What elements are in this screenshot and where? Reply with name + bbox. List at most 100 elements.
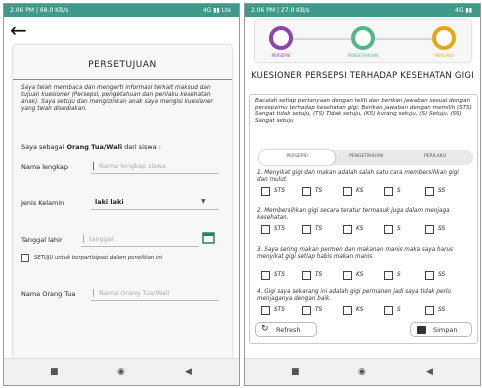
answer-option-label: S — [397, 188, 401, 194]
answer-checkbox[interactable] — [261, 270, 270, 280]
answer-checkbox[interactable] — [343, 306, 352, 315]
status-time: 2.06 PM | 27.0 KB/s — [251, 7, 310, 14]
dob-input[interactable]: tanggal — [83, 235, 114, 243]
page-title: KUESIONER PERSEPSI TERHADAP KESEHATAN GI… — [251, 71, 474, 81]
answer-checkbox[interactable] — [425, 270, 434, 280]
answer-option-label: STS — [274, 188, 285, 194]
stepper: PERSEPSI PENGETAHUAN PERILAKU — [255, 20, 471, 62]
answer-option-label: STS — [274, 271, 285, 278]
answer-checkbox[interactable] — [261, 225, 270, 234]
step-label: PENGETAHUAN — [347, 53, 379, 58]
dob-underline — [81, 246, 199, 247]
answer-option-label: S — [397, 271, 401, 278]
page-title: PERSETUJUAN — [88, 60, 157, 70]
nav-bar: ■ ◉ ◀ — [4, 358, 239, 385]
answer-option-label: TS — [315, 307, 323, 313]
home-icon[interactable]: ◉ — [358, 367, 366, 377]
answer-option-label: KS — [356, 188, 364, 194]
answer-checkbox[interactable] — [343, 187, 352, 196]
refresh-button-label: Refresh — [276, 326, 301, 334]
tab-perilaku[interactable]: PERILAKU — [400, 154, 470, 159]
instructions-text: Bacalah setiap pertanyaan dengan teliti … — [255, 98, 472, 124]
status-bar: 2.06 PM | 68.0 KB/s 4G ▮▮ Lte — [4, 4, 239, 17]
answer-option-label: TS — [315, 188, 323, 194]
name-input[interactable]: Nama lengkap siswa — [93, 162, 166, 170]
status-time: 2.06 PM | 68.0 KB/s — [10, 7, 69, 14]
dob-label: Tanggal lahir — [21, 236, 63, 244]
gender-select[interactable]: laki laki — [95, 198, 124, 206]
nav-bar: ■ ◉ ◀ — [245, 358, 480, 385]
answer-option-label: S — [397, 307, 401, 313]
recents-icon[interactable]: ■ — [291, 367, 300, 377]
answer-option-label: STS — [274, 226, 285, 232]
answer-checkbox[interactable] — [343, 270, 352, 280]
save-icon — [417, 326, 426, 334]
parent-name-label: Nama Orang Tua — [21, 290, 76, 298]
answer-option-label: STS — [274, 307, 285, 313]
answer-option-label: KS — [356, 307, 364, 313]
step-pengetahuan-icon[interactable] — [351, 26, 375, 50]
step-perilaku-icon[interactable] — [432, 26, 456, 50]
parent-name-input[interactable]: Nama Orang Tua/Wali — [93, 289, 169, 297]
recents-icon[interactable]: ■ — [50, 367, 59, 377]
answer-option-label: SS — [438, 307, 446, 313]
answer-option-label: KS — [356, 271, 364, 278]
home-icon[interactable]: ◉ — [117, 367, 125, 377]
answer-checkbox[interactable] — [302, 306, 311, 315]
consent-checkbox[interactable] — [21, 254, 29, 262]
step-label: PERILAKU — [434, 53, 454, 58]
answer-checkbox[interactable] — [425, 225, 434, 234]
consent-checkbox-label: SETUJU untuk berpartisipasi dalam peneli… — [34, 255, 163, 261]
name-underline — [91, 173, 219, 174]
status-signal: 4G ▮▮ Lte — [202, 7, 231, 14]
answer-checkbox[interactable] — [384, 187, 393, 196]
tab-pengetahuan[interactable]: PENGETAHUAN — [331, 154, 401, 159]
chevron-down-icon[interactable]: ▼ — [201, 198, 206, 205]
answer-option-label: SS — [438, 188, 446, 194]
role-value: Orang Tua/Wali — [66, 143, 123, 151]
status-signal: 4G ▮▮ — [455, 7, 472, 14]
back-nav-icon[interactable]: ◀ — [426, 367, 433, 377]
answer-checkbox[interactable] — [384, 306, 393, 315]
consent-intro-text: Saya telah membaca dan mengerti informas… — [21, 85, 213, 112]
consent-card: PERSETUJUAN Saya telah membaca dan menge… — [13, 45, 232, 361]
question-text: 4. Gigi saya sekarang ini adalah gigi pe… — [257, 289, 452, 302]
answer-option-label: TS — [315, 226, 323, 232]
role-line: Saya sebagai Orang Tua/Wali dari siswa : — [21, 143, 161, 151]
question-text: 2. Membersihkan gigi secara teratur term… — [257, 208, 450, 221]
gender-underline — [91, 209, 219, 210]
consent-screen: 2.06 PM | 68.0 KB/s 4G ▮▮ Lte ← PERSETUJ… — [3, 3, 240, 386]
answer-checkbox[interactable] — [302, 187, 311, 196]
question-text: 1. Menyikat gigi dan makan adalah salah … — [257, 170, 459, 183]
role-suffix: dari siswa : — [124, 143, 161, 151]
answer-option-label: SS — [438, 271, 446, 278]
answer-option-label: KS — [356, 226, 364, 232]
role-prefix: Saya sebagai — [21, 143, 65, 151]
answer-checkbox[interactable] — [302, 225, 311, 234]
answer-checkbox[interactable] — [384, 225, 393, 234]
back-nav-icon[interactable]: ◀ — [185, 367, 192, 377]
answer-option-label: S — [397, 226, 401, 232]
answer-checkbox[interactable] — [425, 306, 434, 315]
answer-option-label: TS — [315, 271, 323, 278]
parent-name-underline — [91, 300, 219, 301]
gender-label: Jenis Kelamin — [21, 199, 65, 207]
tab-persepsi[interactable]: PERSEPSI — [262, 154, 332, 159]
answer-checkbox[interactable] — [302, 270, 311, 280]
answer-checkbox[interactable] — [261, 306, 270, 315]
answer-checkbox[interactable] — [261, 187, 270, 196]
calendar-icon[interactable] — [202, 231, 215, 244]
refresh-button[interactable]: ↻ Refresh — [255, 322, 317, 337]
save-button[interactable]: Simpan — [410, 322, 472, 337]
answer-checkbox[interactable] — [425, 187, 434, 196]
questionnaire-screen: 2.06 PM | 27.0 KB/s 4G ▮▮ PERSEPSI PENGE… — [244, 3, 481, 386]
answer-checkbox[interactable] — [343, 225, 352, 234]
back-arrow-icon[interactable]: ← — [10, 20, 27, 40]
name-label: Nama lengkap — [21, 163, 69, 171]
step-persepsi-icon[interactable] — [269, 26, 293, 50]
refresh-icon: ↻ — [261, 324, 269, 334]
save-button-label: Simpan — [433, 326, 458, 334]
status-bar: 2.06 PM | 27.0 KB/s 4G ▮▮ — [245, 4, 480, 17]
answer-checkbox[interactable] — [384, 270, 393, 280]
divider — [13, 79, 232, 80]
